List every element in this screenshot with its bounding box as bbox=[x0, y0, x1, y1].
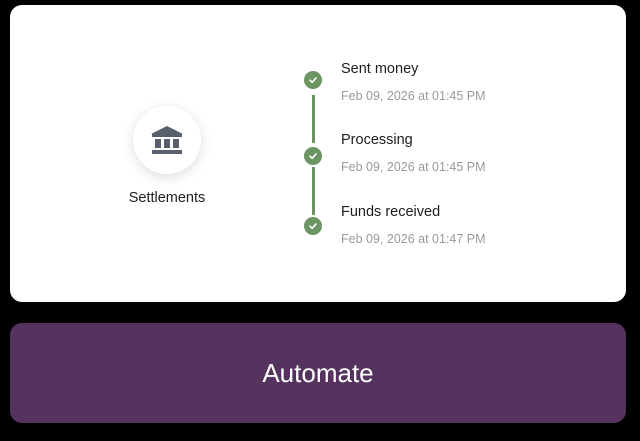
step-timestamp: Feb 09, 2026 at 01:47 PM bbox=[341, 232, 486, 246]
step-title: Processing bbox=[341, 132, 413, 148]
check-icon bbox=[309, 77, 317, 84]
step-complete-icon bbox=[304, 217, 322, 235]
bank-icon bbox=[151, 126, 183, 154]
step-title: Sent money bbox=[341, 61, 419, 77]
step-timestamp: Feb 09, 2026 at 01:45 PM bbox=[341, 160, 486, 174]
step-complete-icon bbox=[304, 147, 322, 165]
step-title: Funds received bbox=[341, 204, 441, 220]
step-complete-icon bbox=[304, 71, 322, 89]
automate-button[interactable]: Automate bbox=[10, 323, 626, 423]
timeline-connector bbox=[312, 95, 315, 143]
settlements-label: Settlements bbox=[128, 190, 206, 206]
step-timestamp: Feb 09, 2026 at 01:45 PM bbox=[341, 89, 486, 103]
timeline-connector bbox=[312, 167, 315, 215]
check-icon bbox=[309, 153, 317, 160]
check-icon bbox=[309, 223, 317, 230]
settlements-icon-container bbox=[133, 106, 201, 174]
